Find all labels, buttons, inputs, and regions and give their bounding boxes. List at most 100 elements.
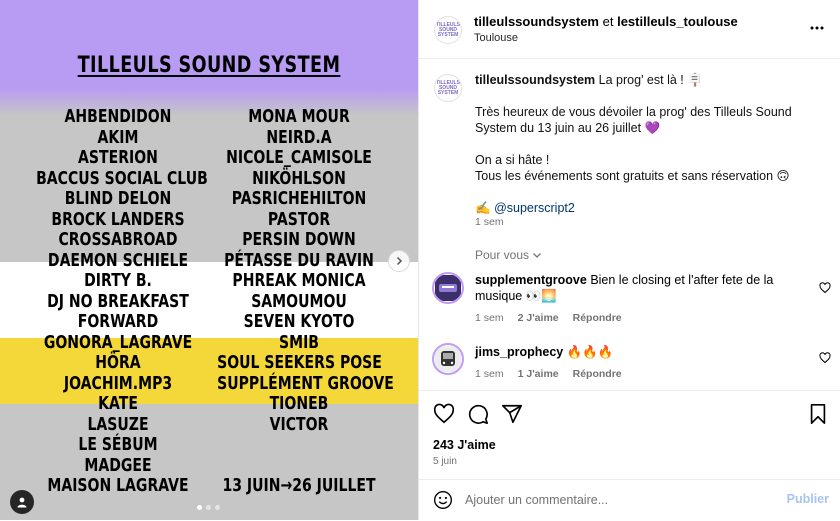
poster-dates: 13 JUIN→26 JUILLET [222, 475, 376, 496]
artist-name: BLIND DELON [64, 188, 172, 209]
caption-line: Tous les événements sont gratuits et san… [475, 169, 790, 183]
tagged-users-button[interactable] [10, 490, 34, 514]
artist-name: SOUL SEEKERS POSE [217, 352, 382, 373]
artist-name: AHBENDIDON [64, 106, 172, 127]
comment-likes[interactable]: 2 J'aime [518, 312, 559, 324]
comment-username[interactable]: supplementgroove [475, 273, 587, 287]
post-location[interactable]: Toulouse [474, 32, 518, 44]
carousel-dot [206, 505, 211, 510]
like-count[interactable]: 243 J'aime [433, 438, 496, 452]
comment-time[interactable]: 1 sem [475, 368, 504, 380]
post-header: TILLEULS SOUND SYSTEM tilleulssoundsyste… [419, 0, 840, 59]
heart-icon[interactable] [819, 282, 831, 294]
artist-name: JOACHIM.MP3 [63, 372, 173, 394]
caption-line: On a si hâte ! [475, 153, 550, 167]
caption-paragraph: Très heureux de vous dévoiler la prog' d… [475, 105, 792, 135]
chevron-down-icon [533, 253, 541, 258]
avatar[interactable]: TILLEULS SOUND SYSTEM [434, 16, 462, 44]
reply-button[interactable]: Répondre [573, 312, 622, 324]
artist-name: KATE [98, 393, 138, 414]
caption-line: La prog' est là ! 🪧 [598, 73, 703, 87]
comment-body: 🔥🔥🔥 [566, 345, 614, 359]
artist-name: PÉTASSE DU RAVIN [224, 249, 374, 271]
comment-likes[interactable]: 1 J'aime [518, 368, 559, 380]
artist-name: BACCUS SOCIAL CLUB [36, 167, 208, 189]
artist-name: NIKÖHLSON [252, 167, 346, 189]
artist-name: CROSSABROAD [58, 229, 178, 250]
caption-avatar[interactable]: TILLEULS SOUND SYSTEM [434, 74, 462, 102]
artist-name: MONA MOUR [248, 106, 350, 127]
poster-lineup-right: MONA MOUR NEIRD.A NICOLE_CAMISOLE NIKÖHL… [194, 106, 404, 497]
avatar-logo: TILLEULS SOUND SYSTEM [436, 21, 460, 38]
more-icon[interactable] [809, 20, 825, 36]
heart-icon[interactable] [433, 403, 455, 425]
carousel-dot-active [197, 505, 202, 510]
artist-name: LE SÉBUM [78, 434, 158, 455]
share-icon[interactable] [501, 403, 523, 425]
comment-time[interactable]: 1 sem [475, 312, 504, 324]
bookmark-icon[interactable] [807, 403, 829, 425]
artist-name: DIRTY B. [84, 270, 152, 291]
artist-name: SUPPLÉMENT GROOVE [217, 372, 394, 394]
comment-composer: Publier [419, 479, 840, 521]
post-actions: 243 J'aime 5 juin Publier [419, 390, 840, 520]
artist-name: VICTOR [269, 413, 329, 435]
artist-name: PERSIN DOWN [242, 229, 356, 250]
poster-lineup-left: AHBENDIDON AKIM ASTERION BACCUS SOCIAL C… [13, 106, 223, 497]
author-joiner: et [602, 14, 614, 29]
comment-input[interactable] [465, 490, 765, 510]
artist-name: PASTOR [267, 208, 331, 230]
poster-title: TILLEULS SOUND SYSTEM [77, 53, 341, 78]
artist-name: NICOLE_CAMISOLE [226, 147, 372, 168]
artist-name: LASUZE [87, 413, 149, 435]
post-image[interactable]: TILLEULS SOUND SYSTEM AHBENDIDON AKIM AS… [0, 0, 418, 520]
artist-name: MAISON LAGRAVE [47, 475, 189, 496]
artist-name: SMIB [278, 331, 319, 353]
post-sidebar: TILLEULS SOUND SYSTEM tilleulssoundsyste… [418, 0, 840, 520]
artist-name: BROCK LANDERS [51, 208, 185, 230]
artist-name: ASTERION [78, 147, 158, 168]
artist-name: DJ NO BREAKFAST [47, 290, 189, 312]
emoji-icon[interactable] [433, 490, 453, 510]
comment-meta: 1 sem 2 J'aime Répondre [475, 312, 622, 324]
avatar-image [435, 275, 461, 301]
publish-button[interactable]: Publier [787, 492, 829, 506]
artist-name: NEIRD.A [266, 126, 332, 148]
artist-name: PHREAK MONICA [232, 270, 366, 291]
artist-name: MADGEE [84, 454, 152, 476]
carousel-next-button[interactable] [388, 250, 410, 272]
mention-link[interactable]: @superscript2 [494, 201, 575, 215]
heart-icon[interactable] [819, 352, 831, 364]
artist-name: HÖRA [95, 352, 141, 373]
carousel-dots [197, 505, 220, 510]
post-authors: tilleulssoundsystem et lestilleuls_toulo… [474, 14, 738, 29]
artist-name: SEVEN KYOTO [243, 311, 355, 332]
comment-filter-label: Pour vous [475, 248, 530, 262]
carousel-dot [215, 505, 220, 510]
comment-avatar[interactable] [432, 343, 464, 375]
writing-hand-emoji: ✍️ [475, 201, 491, 215]
caption-username[interactable]: tilleulssoundsystem [475, 73, 595, 87]
avatar-logo: TILLEULS SOUND SYSTEM [436, 79, 460, 96]
chevron-right-icon [396, 256, 403, 266]
comment-username[interactable]: jims_prophecy [475, 345, 563, 359]
comment-text: jims_prophecy 🔥🔥🔥 [475, 344, 805, 360]
artist-name: TIONEB [269, 393, 329, 414]
caption-timestamp[interactable]: 1 sem [475, 216, 504, 228]
coauthor-username[interactable]: lestilleuls_toulouse [617, 14, 738, 29]
comment-filter-dropdown[interactable]: Pour vous [475, 248, 542, 262]
artist-name: FORWARD [77, 311, 159, 332]
avatar-image [435, 346, 461, 372]
comment-text: supplementgroove Bien le closing et l'af… [475, 272, 805, 304]
post-caption: tilleulssoundsystem La prog' est là ! 🪧 … [475, 72, 825, 216]
artist-name: PASRICHEHILTON [231, 188, 367, 209]
comment-meta: 1 sem 1 J'aime Répondre [475, 368, 622, 380]
comment-avatar[interactable] [432, 272, 464, 304]
comment-icon[interactable] [467, 403, 489, 425]
author-username[interactable]: tilleulssoundsystem [474, 14, 599, 29]
post-date: 5 juin [433, 456, 457, 467]
user-tag-icon [17, 497, 27, 508]
artist-name: AKIM [97, 126, 139, 148]
artist-name: GONORA_LAGRAVE [43, 331, 193, 353]
reply-button[interactable]: Répondre [573, 368, 622, 380]
